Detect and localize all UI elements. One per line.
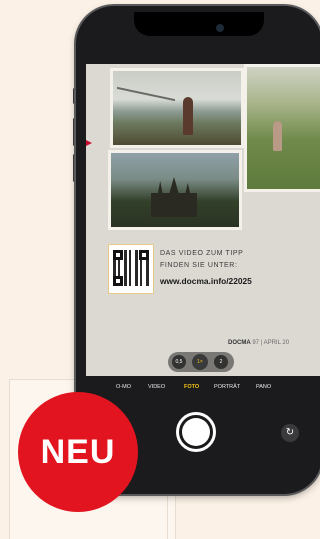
qr-code <box>108 244 154 294</box>
tip-url: www.docma.info/22025 <box>160 276 252 286</box>
zoom-selector: 0,5 1× 2 <box>168 352 234 372</box>
photo-river-with-woman <box>110 68 244 148</box>
camera-mode-bar: O-MO VIDEO FOTO PORTRÄT PANO <box>86 381 320 395</box>
photo-field-with-woman <box>244 64 320 192</box>
phone-notch <box>134 12 264 36</box>
jetty-shape <box>117 86 175 118</box>
zoom-0-5-button[interactable]: 0,5 <box>172 355 186 369</box>
red-arrow-icon <box>86 138 92 148</box>
qr-finder-icon <box>139 250 149 260</box>
magazine-footer: DOCMA 97 | APRIL 20 <box>228 340 289 346</box>
tip-line-2: FINDEN SIE UNTER: <box>160 262 238 269</box>
mode-portrait[interactable]: PORTRÄT <box>214 384 240 390</box>
front-camera-icon <box>216 24 224 32</box>
video-tip-text: DAS VIDEO ZUM TIPP FINDEN SIE UNTER: <box>160 248 243 272</box>
neu-badge-label: NEU <box>40 432 116 471</box>
woman-in-field-figure <box>273 121 282 151</box>
magazine-brand: DOCMA <box>228 340 251 346</box>
camera-viewfinder[interactable]: DAS VIDEO ZUM TIPP FINDEN SIE UNTER: www… <box>86 64 320 376</box>
mode-pano[interactable]: PANO <box>256 384 271 390</box>
camera-flip-icon[interactable]: ↻ <box>281 424 299 442</box>
magazine-issue: 97 | APRIL 20 <box>250 340 290 346</box>
mode-slo-mo[interactable]: O-MO <box>116 384 131 390</box>
zoom-2-button[interactable]: 2 <box>214 355 228 369</box>
shutter-button[interactable] <box>176 412 216 452</box>
zoom-1x-button[interactable]: 1× <box>192 354 208 370</box>
mode-video[interactable]: VIDEO <box>148 384 165 390</box>
tip-line-1: DAS VIDEO ZUM TIPP <box>160 250 244 257</box>
castle-silhouette <box>151 177 197 217</box>
neu-badge: NEU <box>18 392 138 512</box>
qr-finder-icon <box>113 276 123 286</box>
photo-castle <box>108 150 242 230</box>
mode-foto[interactable]: FOTO <box>184 384 199 390</box>
shutter-inner <box>182 418 210 446</box>
qr-finder-icon <box>113 250 123 260</box>
woman-figure <box>183 97 193 135</box>
